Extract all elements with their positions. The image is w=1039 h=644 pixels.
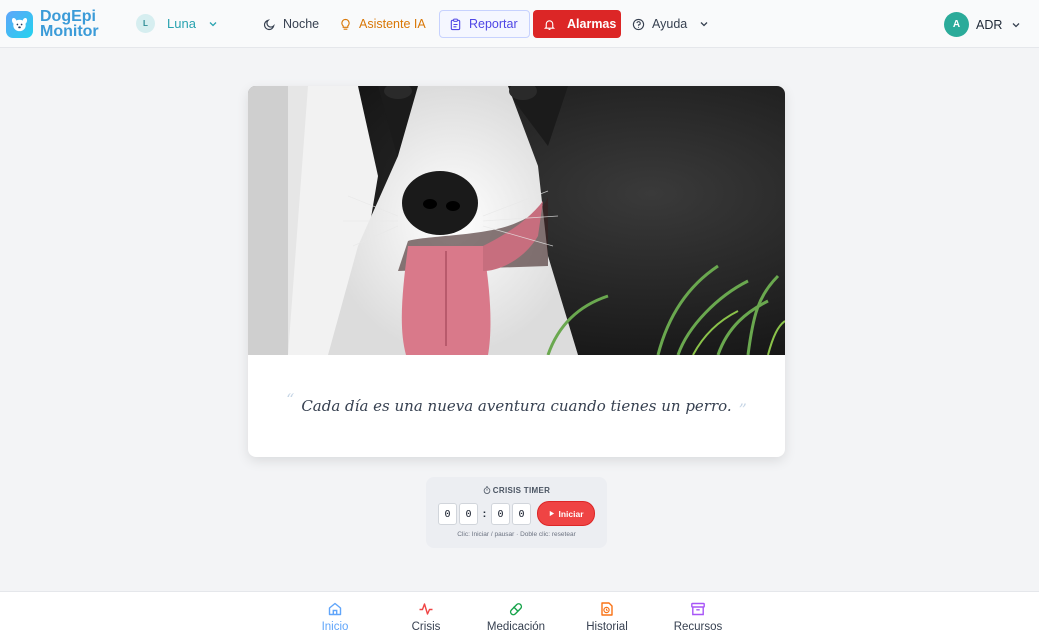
bottom-nav-label: Recursos <box>673 621 723 633</box>
bell-icon <box>543 19 556 30</box>
pet-selector[interactable]: L Luna <box>136 14 218 33</box>
timer-separator: : <box>482 508 487 520</box>
bottom-nav-medicacion[interactable]: Medicación <box>476 601 556 633</box>
report-button[interactable]: Reportar <box>439 10 530 38</box>
help-menu[interactable]: Ayuda <box>632 10 709 38</box>
timer-digit: 0 <box>512 503 531 525</box>
ai-assistant-button[interactable]: Asistente IA <box>339 10 426 38</box>
brand-name: DogEpi Monitor <box>40 8 99 40</box>
night-mode-label: Noche <box>283 17 320 31</box>
help-circle-icon <box>632 18 645 30</box>
night-mode-button[interactable]: Noche <box>263 10 319 38</box>
bottom-nav-label: Inicio <box>321 621 349 633</box>
pet-name: Luna <box>167 16 196 31</box>
user-name: ADR <box>976 17 1003 32</box>
ai-assistant-label: Asistente IA <box>359 17 426 31</box>
crisis-timer-title: CRISIS TIMER <box>426 486 607 495</box>
top-header: DogEpi Monitor L Luna Noche Asistente IA… <box>0 0 1039 48</box>
chevron-down-icon <box>700 22 708 27</box>
bottom-nav-crisis[interactable]: Crisis <box>386 601 466 633</box>
bottom-nav-label: Historial <box>586 621 628 633</box>
timer-digit: 0 <box>438 503 457 525</box>
brand-line-1: DogEpi <box>40 8 96 25</box>
clipboard-icon <box>450 18 461 30</box>
timer-display: 0 0 : 0 0 <box>438 503 533 525</box>
play-icon <box>550 510 555 517</box>
crisis-timer[interactable]: CRISIS TIMER 0 0 : 0 0 Iniciar Clic: Ini… <box>426 477 607 548</box>
start-timer-button[interactable]: Iniciar <box>537 501 595 526</box>
alarms-label: Alarmas <box>567 17 617 31</box>
alarms-button[interactable]: Alarmas <box>533 10 621 38</box>
timer-digit: 0 <box>491 503 510 525</box>
timer-digit: 0 <box>459 503 478 525</box>
brand-logo-link[interactable]: DogEpi Monitor <box>6 8 99 40</box>
quote-text: Cada día es una nueva aventura cuando ti… <box>301 397 732 415</box>
bottom-nav-recursos[interactable]: Recursos <box>658 601 738 633</box>
bottom-nav-historial[interactable]: Historial <box>567 601 647 633</box>
dog-photo <box>248 86 785 355</box>
chevron-down-icon <box>1012 22 1020 27</box>
archive-icon <box>691 602 705 616</box>
report-label: Reportar <box>469 17 518 31</box>
chevron-down-icon <box>209 21 217 26</box>
user-avatar: A <box>944 12 969 37</box>
stopwatch-icon <box>483 486 491 494</box>
pill-icon <box>509 603 523 616</box>
bottom-nav: Inicio Crisis Medicación Historial Recur… <box>0 591 1039 644</box>
user-menu[interactable]: A ADR <box>944 12 1021 37</box>
moon-icon <box>263 18 275 30</box>
bottom-nav-label: Crisis <box>411 621 441 633</box>
brand-line-2: Monitor <box>40 23 99 40</box>
dog-logo-icon <box>6 10 33 38</box>
start-timer-label: Iniciar <box>558 508 584 519</box>
home-icon <box>328 602 342 616</box>
quote-open-mark: “ <box>286 389 295 409</box>
history-file-icon <box>601 602 613 616</box>
help-label: Ayuda <box>652 17 688 31</box>
lightbulb-icon <box>341 18 350 30</box>
quote-text-block: “ Cada día es una nueva aventura cuando … <box>248 355 785 457</box>
activity-icon <box>419 603 433 615</box>
daily-quote-card: “ Cada día es una nueva aventura cuando … <box>248 86 785 457</box>
quote-close-mark: ” <box>738 399 747 419</box>
pet-avatar: L <box>136 14 155 33</box>
timer-hint: Clic: Iniciar / pausar · Doble clic: res… <box>457 531 576 538</box>
crisis-timer-label: CRISIS TIMER <box>492 486 551 495</box>
bottom-nav-inicio[interactable]: Inicio <box>295 601 375 633</box>
bottom-nav-label: Medicación <box>486 621 546 633</box>
